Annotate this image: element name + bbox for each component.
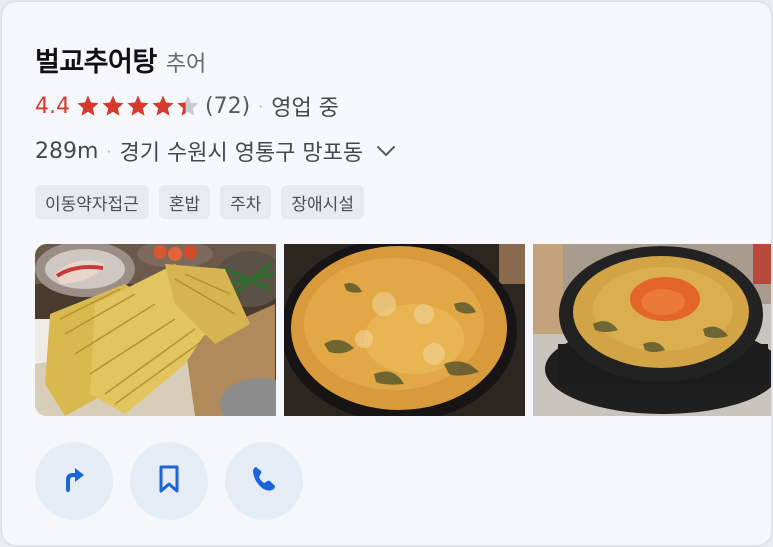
business-status: 영업 중 — [271, 96, 339, 121]
star-icon — [102, 95, 124, 116]
tag-list: 이동약자접근 혼밥 주차 장애시설 — [35, 185, 364, 219]
address-row[interactable]: 289m · 경기 수원시 영통구 망포동 — [35, 134, 397, 168]
tag-parking: 주차 — [220, 185, 272, 219]
photo-soup-pot[interactable] — [533, 244, 771, 416]
action-buttons — [35, 442, 303, 520]
title-row: 벌교추어탕 추어 — [35, 40, 206, 79]
separator-dot: · — [258, 96, 264, 116]
address: 경기 수원시 영통구 망포동 — [119, 141, 364, 166]
photo-strip[interactable] — [35, 244, 771, 416]
bookmark-button[interactable] — [130, 442, 208, 520]
tag-solo-dining: 혼밥 — [158, 185, 211, 219]
review-count[interactable]: (72) — [205, 94, 250, 119]
star-icon — [77, 95, 99, 116]
tag-disabled-facilities: 장애시설 — [281, 185, 364, 219]
call-button[interactable] — [225, 442, 303, 520]
rating-score: 4.4 — [35, 93, 70, 119]
phone-icon — [249, 464, 279, 498]
chevron-down-icon[interactable] — [375, 140, 397, 162]
star-icon — [177, 95, 199, 116]
place-name[interactable]: 벌교추어탕 — [35, 40, 157, 79]
directions-button[interactable] — [35, 442, 113, 520]
star-icon — [152, 95, 174, 116]
bookmark-icon — [155, 464, 183, 498]
tag-accessible-entry: 이동약자접근 — [35, 185, 149, 219]
photo-fried-loach[interactable] — [35, 244, 276, 416]
photo-loach-soup[interactable] — [284, 244, 525, 416]
separator-dot: · — [106, 141, 112, 161]
distance: 289m — [35, 138, 99, 164]
star-icon — [127, 95, 149, 116]
star-rating — [76, 94, 201, 118]
place-card[interactable]: 벌교추어탕 추어 4.4 (72) · 영업 중 289m · 경기 수원시 영… — [2, 2, 771, 545]
directions-icon — [59, 464, 89, 498]
rating-row: 4.4 (72) · 영업 중 — [35, 89, 339, 123]
place-category: 추어 — [165, 52, 207, 77]
